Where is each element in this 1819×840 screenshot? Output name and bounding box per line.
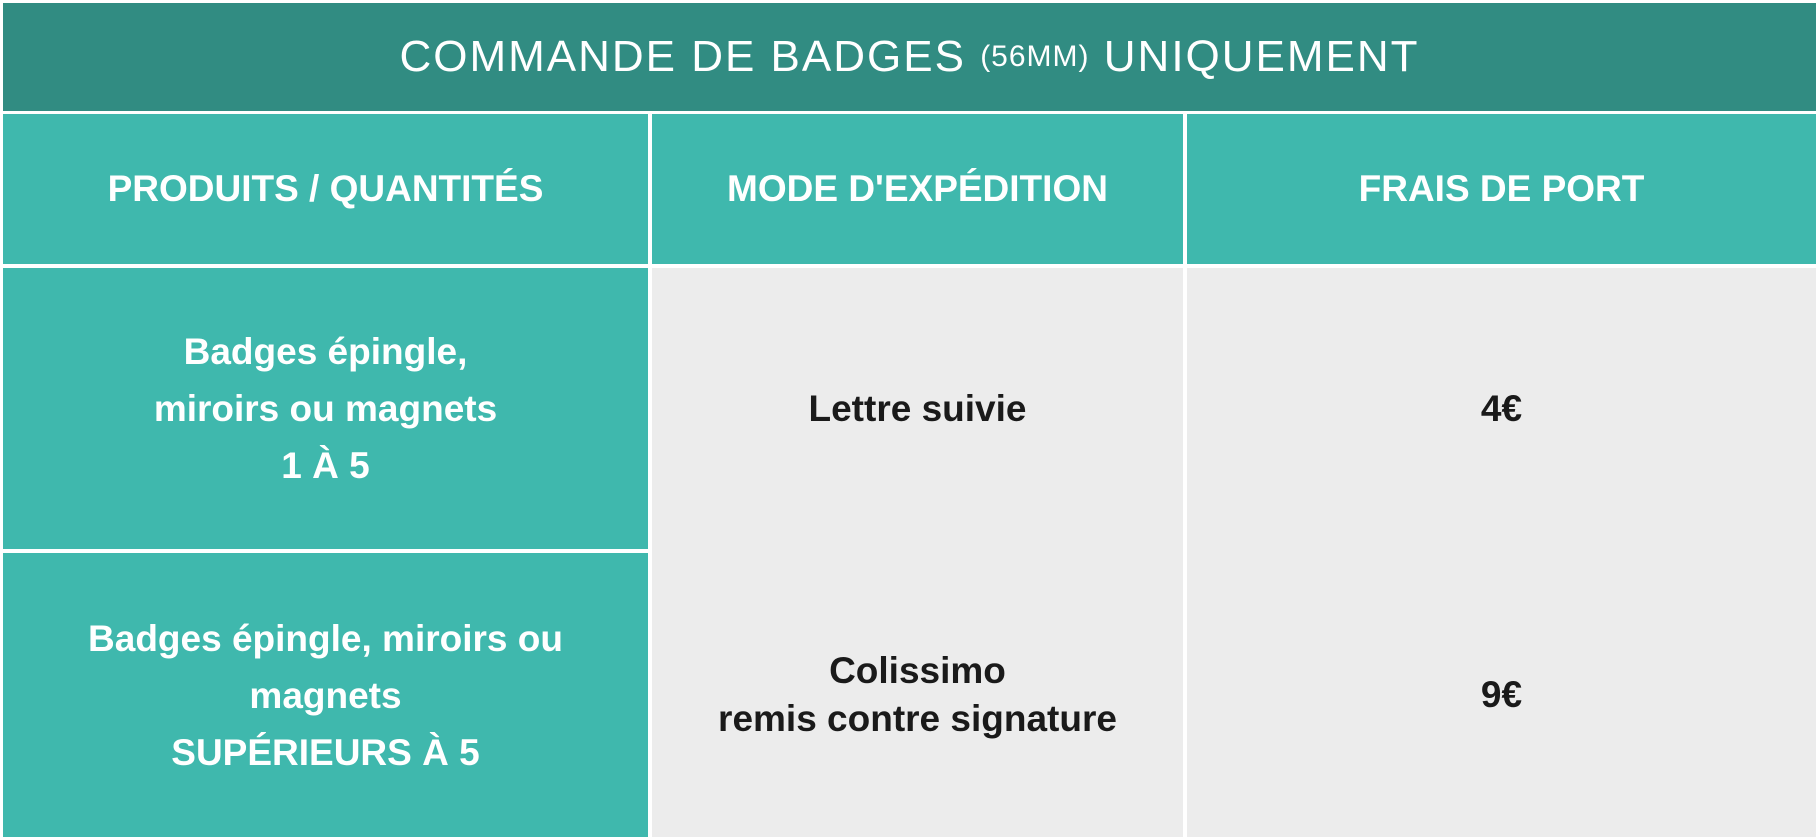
title-size-note: (56MM) [980,40,1090,73]
product-quantity: 1 À 5 [281,445,370,486]
product-line: magnets [249,674,402,716]
header-shipping-mode: MODE D'EXPÉDITION [652,114,1183,264]
shipping-mode-detail: remis contre signature [718,698,1117,739]
product-line: Badges épingle, miroirs ou [88,617,563,659]
shipping-mode-cell: Lettre suivie [652,268,1183,549]
product-quantity: SUPÉRIEURS À 5 [171,731,480,773]
shipping-mode-label: Colissimo [829,650,1006,691]
product-cell-over-5: Badges épingle, miroirs ou magnets SUPÉR… [3,553,648,837]
header-shipping-cost: FRAIS DE PORT [1187,114,1816,264]
table-title: COMMANDE DE BADGES (56MM) UNIQUEMENT [3,3,1816,111]
product-line: Badges épingle, [183,331,468,372]
title-main-before: COMMANDE DE BADGES [399,32,966,81]
header-products: PRODUITS / QUANTITÉS [3,114,648,264]
title-main-after: UNIQUEMENT [1103,32,1420,81]
shipping-table: COMMANDE DE BADGES (56MM) UNIQUEMENT PRO… [0,0,1819,840]
shipping-mode-label: Lettre suivie [808,387,1027,429]
shipping-mode-cell: Colissimo remis contre signature [652,553,1183,837]
product-line: miroirs ou magnets [153,388,498,429]
product-cell-1-to-5: Badges épingle, miroirs ou magnets 1 À 5 [3,268,648,549]
shipping-cost-value: 9€ [1480,674,1523,715]
shipping-cost-value: 4€ [1480,387,1523,429]
